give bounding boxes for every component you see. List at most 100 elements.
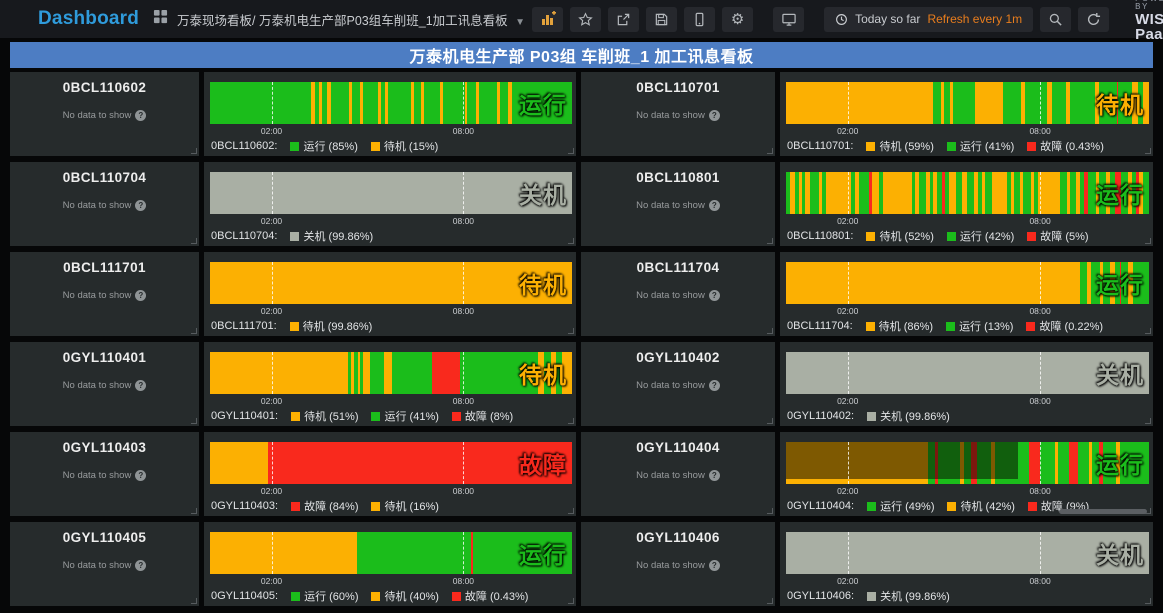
help-icon[interactable]: ? — [709, 200, 720, 211]
status-timeline-panel[interactable]: 运行 02:0008:00 0GYL110405:运行 (60%)待机 (40%… — [204, 522, 576, 606]
status-segment — [363, 352, 370, 394]
refresh-button[interactable] — [1078, 7, 1109, 32]
legend-item[interactable]: 运行 (42%) — [947, 228, 1014, 244]
legend-item[interactable]: 运行 (41%) — [947, 138, 1014, 154]
status-timeline-panel[interactable]: 运行 02:0008:00 0GYL110404:运行 (49%)待机 (42%… — [780, 432, 1153, 516]
save-button[interactable] — [646, 7, 677, 32]
legend-item[interactable]: 待机 (99.86%) — [290, 318, 373, 334]
legend-item[interactable]: 待机 (42%) — [947, 498, 1014, 514]
machine-id-title[interactable]: 0BCL111704 — [581, 252, 775, 275]
legend-swatch — [371, 412, 380, 421]
help-icon[interactable]: ? — [135, 470, 146, 481]
status-timeline-panel[interactable]: 关机 02:0008:00 0GYL110402:关机 (99.86%) — [780, 342, 1153, 426]
legend-item[interactable]: 故障 (5%) — [1027, 228, 1088, 244]
machine-id-title[interactable]: 0BCL110602 — [10, 72, 199, 95]
status-timeline-bar[interactable]: 待机 — [786, 82, 1149, 124]
time-tick-label: 02:00 — [261, 306, 282, 316]
scrollbar-handle[interactable] — [1059, 509, 1147, 514]
machine-id-title[interactable]: 0GYL110404 — [581, 432, 775, 455]
status-timeline-panel[interactable]: 关机 02:0008:00 0BCL110704:关机 (99.86%) — [204, 162, 576, 246]
mobile-view-button[interactable] — [684, 7, 715, 32]
legend-item[interactable]: 待机 (51%) — [291, 408, 358, 424]
help-icon[interactable]: ? — [709, 290, 720, 301]
help-icon[interactable]: ? — [135, 560, 146, 571]
status-segment — [883, 172, 912, 214]
help-icon[interactable]: ? — [709, 470, 720, 481]
legend-machine-id: 0BCL110801: — [787, 230, 853, 242]
status-timeline-panel[interactable]: 运行 02:0008:00 0BCL110602:运行 (85%)待机 (15%… — [204, 72, 576, 156]
legend-item[interactable]: 运行 (41%) — [371, 408, 438, 424]
machine-id-title[interactable]: 0BCL111701 — [10, 252, 199, 275]
settings-button[interactable]: ⚙ — [722, 7, 753, 32]
legend-item[interactable]: 待机 (52%) — [866, 228, 933, 244]
status-timeline-bar[interactable]: 运行 — [786, 172, 1149, 214]
status-timeline-bar[interactable]: 待机 — [210, 262, 572, 304]
machine-id-title[interactable]: 0BCL110704 — [10, 162, 199, 185]
legend-item[interactable]: 故障 (0.43%) — [1027, 138, 1104, 154]
machine-id-title[interactable]: 0GYL110402 — [581, 342, 775, 365]
legend-item[interactable]: 待机 (59%) — [866, 138, 933, 154]
machine-id-title[interactable]: 0GYL110401 — [10, 342, 199, 365]
status-timeline-panel[interactable]: 运行 02:0008:00 0BCL111704:待机 (86%)运行 (13%… — [780, 252, 1153, 336]
star-button[interactable] — [570, 7, 601, 32]
legend-item[interactable]: 待机 (40%) — [371, 588, 438, 604]
legend-item[interactable]: 故障 (84%) — [291, 498, 358, 514]
app-brand[interactable]: Dashboard — [38, 8, 139, 30]
status-timeline-bar[interactable]: 关机 — [786, 352, 1149, 394]
legend-item[interactable]: 运行 (85%) — [290, 138, 357, 154]
dashboard-grid: 0BCL110602 No data to show ? 运行 02:0008:… — [10, 72, 1153, 606]
zoom-out-button[interactable] — [1040, 7, 1071, 32]
legend-item[interactable]: 关机 (99.86%) — [867, 408, 950, 424]
help-icon[interactable]: ? — [709, 560, 720, 571]
help-icon[interactable]: ? — [709, 380, 720, 391]
status-timeline-bar[interactable]: 运行 — [210, 82, 572, 124]
status-timeline-panel[interactable]: 待机 02:0008:00 0BCL111701:待机 (99.86%) — [204, 252, 576, 336]
status-timeline-panel[interactable]: 运行 02:0008:00 0BCL110801:待机 (52%)运行 (42%… — [780, 162, 1153, 246]
panel-legend: 0GYL110405:运行 (60%)待机 (40%)故障 (0.43%) — [210, 588, 572, 604]
machine-id-title[interactable]: 0BCL110801 — [581, 162, 775, 185]
help-icon[interactable]: ? — [709, 110, 720, 121]
status-timeline-panel[interactable]: 故障 02:0008:00 0GYL110403:故障 (84%)待机 (16%… — [204, 432, 576, 516]
breadcrumb-folder[interactable]: 万泰现场看板/ — [177, 14, 255, 28]
no-data-message: No data to show ? — [581, 110, 775, 121]
legend-item[interactable]: 待机 (86%) — [866, 318, 933, 334]
machine-id-title[interactable]: 0GYL110405 — [10, 522, 199, 545]
legend-item[interactable]: 关机 (99.86%) — [867, 588, 950, 604]
machine-id-title[interactable]: 0BCL110701 — [581, 72, 775, 95]
machine-id-title[interactable]: 0GYL110403 — [10, 432, 199, 455]
legend-item[interactable]: 故障 (0.43%) — [452, 588, 529, 604]
legend-item[interactable]: 待机 (15%) — [371, 138, 438, 154]
status-timeline-panel[interactable]: 关机 02:0008:00 0GYL110406:关机 (99.86%) — [780, 522, 1153, 606]
help-icon[interactable]: ? — [135, 290, 146, 301]
add-panel-button[interactable] — [532, 7, 563, 32]
legend-swatch — [291, 502, 300, 511]
help-icon[interactable]: ? — [135, 110, 146, 121]
legend-item[interactable]: 运行 (49%) — [867, 498, 934, 514]
status-timeline-panel[interactable]: 待机 02:0008:00 0GYL110401:待机 (51%)运行 (41%… — [204, 342, 576, 426]
apps-icon[interactable] — [153, 9, 168, 29]
legend-item[interactable]: 运行 (60%) — [291, 588, 358, 604]
legend-item[interactable]: 故障 (8%) — [452, 408, 513, 424]
time-range-picker[interactable]: Today so far Refresh every 1m — [824, 7, 1033, 32]
machine-id-title[interactable]: 0GYL110406 — [581, 522, 775, 545]
legend-machine-id: 0GYL110401: — [211, 410, 278, 422]
legend-item[interactable]: 关机 (99.86%) — [290, 228, 373, 244]
help-icon[interactable]: ? — [135, 200, 146, 211]
status-timeline-bar[interactable]: 关机 — [786, 532, 1149, 574]
legend-item[interactable]: 待机 (16%) — [371, 498, 438, 514]
status-timeline-bar[interactable]: 关机 — [210, 172, 572, 214]
tv-mode-button[interactable] — [773, 7, 804, 32]
help-icon[interactable]: ? — [135, 380, 146, 391]
time-tick-label: 02:00 — [261, 126, 282, 136]
breadcrumb[interactable]: 万泰现场看板/ 万泰机电生产部P03组车削班_1加工讯息看板 ▼ — [177, 10, 525, 29]
status-timeline-bar[interactable]: 运行 — [786, 442, 1149, 484]
legend-item[interactable]: 故障 (0.22%) — [1026, 318, 1103, 334]
legend-item[interactable]: 运行 (13%) — [946, 318, 1013, 334]
status-timeline-panel[interactable]: 待机 02:0008:00 0BCL110701:待机 (59%)运行 (41%… — [780, 72, 1153, 156]
status-timeline-bar[interactable]: 运行 — [210, 532, 572, 574]
share-button[interactable] — [608, 7, 639, 32]
status-timeline-bar[interactable]: 故障 — [210, 442, 572, 484]
status-timeline-bar[interactable]: 运行 — [786, 262, 1149, 304]
breadcrumb-dashboard[interactable]: 万泰机电生产部P03组车削班_1加工讯息看板 — [259, 14, 508, 28]
status-timeline-bar[interactable]: 待机 — [210, 352, 572, 394]
